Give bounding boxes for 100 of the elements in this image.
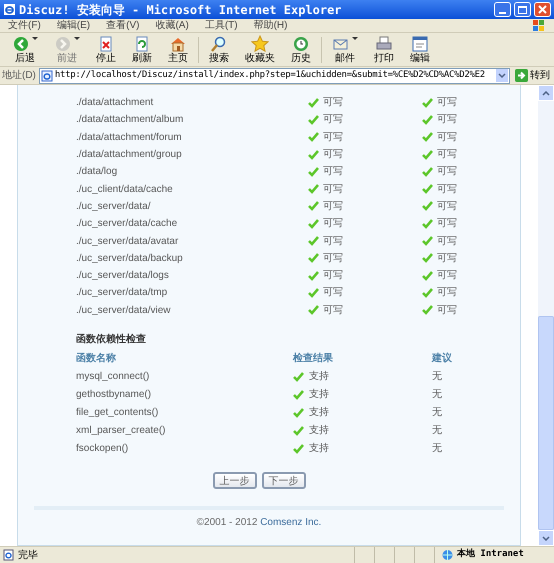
go-button[interactable]: 转到 (513, 68, 552, 83)
column-header: 建议 (432, 352, 453, 366)
window-title: Discuz! 安装向导 - Microsoft Internet Explorer (19, 2, 343, 18)
status-text: 可写 (437, 130, 457, 145)
directory-path: ./uc_client/data/cache (76, 182, 174, 197)
status-text: 支持 (309, 442, 329, 456)
toolbar-button[interactable]: 编辑 (402, 34, 438, 66)
section-heading: 函数依赖性检查 (76, 332, 147, 347)
status-text: 可写 (437, 269, 457, 284)
scrollbar[interactable] (538, 85, 554, 546)
windows-logo-icon (532, 19, 546, 32)
advice-text: 无 (432, 388, 443, 402)
function-name: fsockopen() (76, 442, 130, 456)
status-text: 支持 (309, 424, 329, 438)
status-text: 可写 (323, 286, 343, 300)
status-text: 可写 (323, 113, 343, 128)
toolbar-button[interactable]: 刷新 (124, 34, 160, 66)
copyright-text: ©2001 - 2012 Comsenz Inc. (196, 516, 322, 530)
step-button[interactable]: 上一步 (212, 472, 256, 489)
dropdown-arrow-icon[interactable] (352, 36, 358, 40)
status-text: 可写 (437, 286, 457, 300)
security-zone: 本地 Intranet (457, 548, 524, 562)
browser-icon (3, 3, 16, 16)
directory-path: ./uc_server/data/avatar (76, 234, 180, 249)
advice-text: 无 (432, 442, 443, 456)
directory-path: ./uc_server/data/backup (76, 252, 184, 266)
directory-path: ./uc_server/data/logs (76, 269, 170, 284)
directory-path: ./data/log (76, 165, 118, 180)
advice-text: 无 (432, 406, 443, 420)
function-name: file_get_contents() (76, 406, 160, 420)
status-text: 支持 (309, 388, 329, 402)
toolbar-button[interactable]: 主页 (160, 34, 196, 66)
page-icon (3, 549, 15, 561)
printer-icon (375, 34, 393, 52)
arrow-icon (515, 69, 528, 82)
toolbar-button[interactable]: 打印 (366, 34, 402, 66)
close-button[interactable] (534, 2, 551, 17)
step-button[interactable]: 下一步 (262, 472, 306, 489)
directory-path: ./data/attachment/forum (76, 130, 183, 145)
scroll-up-icon[interactable] (542, 90, 550, 96)
address-field[interactable]: http://localhost/Discuz/install/index.php?step=1&uchidden=&submit=%CE%D2%CD%AC%D2%E2 (38, 68, 510, 84)
status-text: 可写 (437, 234, 457, 249)
page-icon (40, 70, 53, 82)
directory-path: ./uc_server/data/tmp (76, 286, 168, 300)
function-name: xml_parser_create() (76, 424, 166, 438)
directory-path: ./uc_server/data/cache (76, 217, 178, 232)
advice-text: 无 (432, 370, 443, 384)
clock-icon (292, 34, 310, 52)
close-icon (538, 5, 547, 14)
toolbar-button[interactable]: 邮件 (324, 34, 366, 66)
status-text: 可写 (437, 96, 457, 110)
status-text: 可写 (437, 165, 457, 180)
status-text: 可写 (323, 96, 343, 110)
maximize-button[interactable] (514, 2, 531, 17)
menu-item[interactable]: 收藏(A) (147, 18, 197, 33)
column-header: 函数名称 (76, 352, 117, 366)
toolbar-button[interactable]: 搜索 (201, 34, 237, 66)
dropdown-arrow-icon[interactable] (32, 36, 38, 40)
directory-path: ./data/attachment/group (76, 148, 183, 162)
toolbar-button: 前进 (46, 34, 88, 66)
function-name: gethostbyname() (76, 388, 152, 402)
star-icon (251, 34, 269, 52)
scroll-down-icon[interactable] (542, 536, 550, 540)
menu-item[interactable]: 查看(V) (98, 18, 148, 33)
search-icon (210, 34, 228, 52)
directory-path: ./data/attachment/album (76, 113, 184, 128)
advice-text: 无 (432, 424, 443, 438)
status-text: 支持 (309, 406, 329, 420)
address-label: 地址(D) (2, 68, 36, 83)
status-text: 可写 (437, 217, 457, 232)
status-text: 可写 (437, 304, 457, 318)
menu-item[interactable]: 编辑(E) (48, 18, 98, 33)
toolbar-button[interactable]: 后退 (4, 34, 46, 66)
toolbar-button[interactable]: 历史 (283, 34, 319, 66)
directory-path: ./uc_server/data/ (76, 200, 152, 214)
status-text: 完毕 (18, 548, 39, 562)
toolbar-button[interactable]: 收藏夹 (237, 34, 283, 66)
status-text: 支持 (309, 370, 329, 384)
status-text: 可写 (323, 200, 343, 214)
globe-icon (441, 549, 454, 561)
company-link[interactable]: Comsenz Inc. (260, 516, 322, 528)
directory-path: ./data/attachment (76, 96, 154, 110)
menu-item[interactable]: 帮助(H) (246, 18, 296, 33)
status-text: 可写 (437, 148, 457, 162)
status-text: 可写 (323, 130, 343, 145)
status-text: 可写 (437, 113, 457, 128)
status-text: 可写 (323, 234, 343, 249)
column-header: 检查结果 (293, 352, 334, 366)
status-text: 可写 (323, 217, 343, 232)
menu-item[interactable]: 文件(F) (0, 18, 49, 33)
toolbar-button[interactable]: 停止 (88, 34, 124, 66)
status-text: 可写 (323, 252, 343, 266)
menu-item[interactable]: 工具(T) (196, 18, 246, 33)
status-text: 可写 (437, 252, 457, 266)
status-text: 可写 (323, 182, 343, 197)
status-text: 可写 (437, 182, 457, 197)
edit-window-icon (411, 34, 429, 52)
minimize-button[interactable] (494, 2, 511, 17)
status-text: 可写 (437, 200, 457, 214)
status-text: 可写 (323, 269, 343, 284)
